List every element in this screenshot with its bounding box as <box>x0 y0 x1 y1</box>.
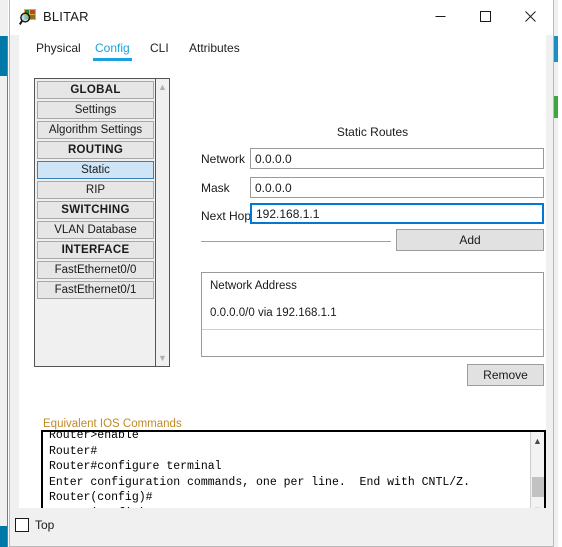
next-hop-input[interactable] <box>250 203 544 224</box>
network-address-list[interactable]: Network Address 0.0.0.0/0 via 192.168.1.… <box>201 272 544 357</box>
list-item[interactable]: 0.0.0.0/0 via 192.168.1.1 <box>210 307 337 319</box>
network-label: Network <box>201 152 246 166</box>
top-checkbox[interactable] <box>15 518 29 532</box>
sidebar-item-fastethernet0-1[interactable]: FastEthernet0/1 <box>37 281 154 299</box>
network-address-column-header: Network Address <box>210 280 297 292</box>
minimize-button[interactable] <box>418 0 463 33</box>
static-routes-title: Static Routes <box>336 125 409 139</box>
mask-label: Mask <box>201 181 230 195</box>
minimize-icon <box>435 16 446 17</box>
sidebar-item-switching[interactable]: SWITCHING <box>37 201 154 219</box>
content-panel: Physical Config CLI Attributes GLOBAL Se… <box>19 34 546 522</box>
mask-input[interactable] <box>250 177 544 198</box>
sidebar-item-routing[interactable]: ROUTING <box>37 141 154 159</box>
top-checkbox-label: Top <box>35 518 55 532</box>
sidebar-item-vlan-database[interactable]: VLAN Database <box>37 221 154 239</box>
close-icon <box>525 11 536 22</box>
sidebar-item-list: GLOBAL Settings Algorithm Settings ROUTI… <box>35 79 155 299</box>
ios-console-scrollbar[interactable]: ▲ ▼ <box>530 432 544 520</box>
desktop-right-band-blue <box>554 36 558 62</box>
sidebar-item-rip[interactable]: RIP <box>37 181 154 199</box>
tab-config[interactable]: Config <box>91 39 134 61</box>
tab-bar: Physical Config CLI Attributes <box>19 34 546 61</box>
application-window: BLITAR Physical Config CLI Attributes GL… <box>9 0 554 547</box>
sidebar-scrollbar[interactable]: ▲ ▼ <box>155 79 169 366</box>
ios-commands-label: Equivalent IOS Commands <box>41 418 184 430</box>
tab-attributes[interactable]: Attributes <box>185 39 244 61</box>
maximize-button[interactable] <box>463 0 508 33</box>
sidebar-item-settings[interactable]: Settings <box>37 101 154 119</box>
list-separator <box>202 329 543 330</box>
window-title: BLITAR <box>43 9 89 24</box>
form-divider <box>201 241 391 242</box>
close-button[interactable] <box>508 0 553 33</box>
sidebar-item-global[interactable]: GLOBAL <box>37 81 154 99</box>
bottom-bar: Top <box>10 508 553 546</box>
chevron-down-icon[interactable]: ▼ <box>156 351 169 365</box>
desktop-right-band-green <box>554 96 558 118</box>
desktop-left-blue-strip <box>0 0 8 36</box>
desktop-left-rail <box>7 36 8 547</box>
tab-cli[interactable]: CLI <box>146 39 173 61</box>
network-input[interactable] <box>250 148 544 169</box>
sidebar-item-fastethernet0-0[interactable]: FastEthernet0/0 <box>37 261 154 279</box>
maximize-icon <box>480 11 491 22</box>
tab-physical[interactable]: Physical <box>32 39 85 61</box>
sidebar-item-algorithm-settings[interactable]: Algorithm Settings <box>37 121 154 139</box>
config-sidebar: GLOBAL Settings Algorithm Settings ROUTI… <box>34 78 170 367</box>
sidebar-item-static[interactable]: Static <box>37 161 154 179</box>
add-button[interactable]: Add <box>396 229 544 251</box>
remove-button[interactable]: Remove <box>467 364 544 386</box>
packet-tracer-icon <box>19 9 36 25</box>
sidebar-item-interface[interactable]: INTERFACE <box>37 241 154 259</box>
next-hop-label: Next Hop <box>201 209 252 223</box>
desktop-right-band-grey <box>554 0 558 547</box>
scrollbar-thumb[interactable] <box>532 477 544 497</box>
title-bar[interactable]: BLITAR <box>10 0 553 35</box>
chevron-up-icon[interactable]: ▲ <box>531 434 544 449</box>
chevron-up-icon[interactable]: ▲ <box>156 80 169 94</box>
